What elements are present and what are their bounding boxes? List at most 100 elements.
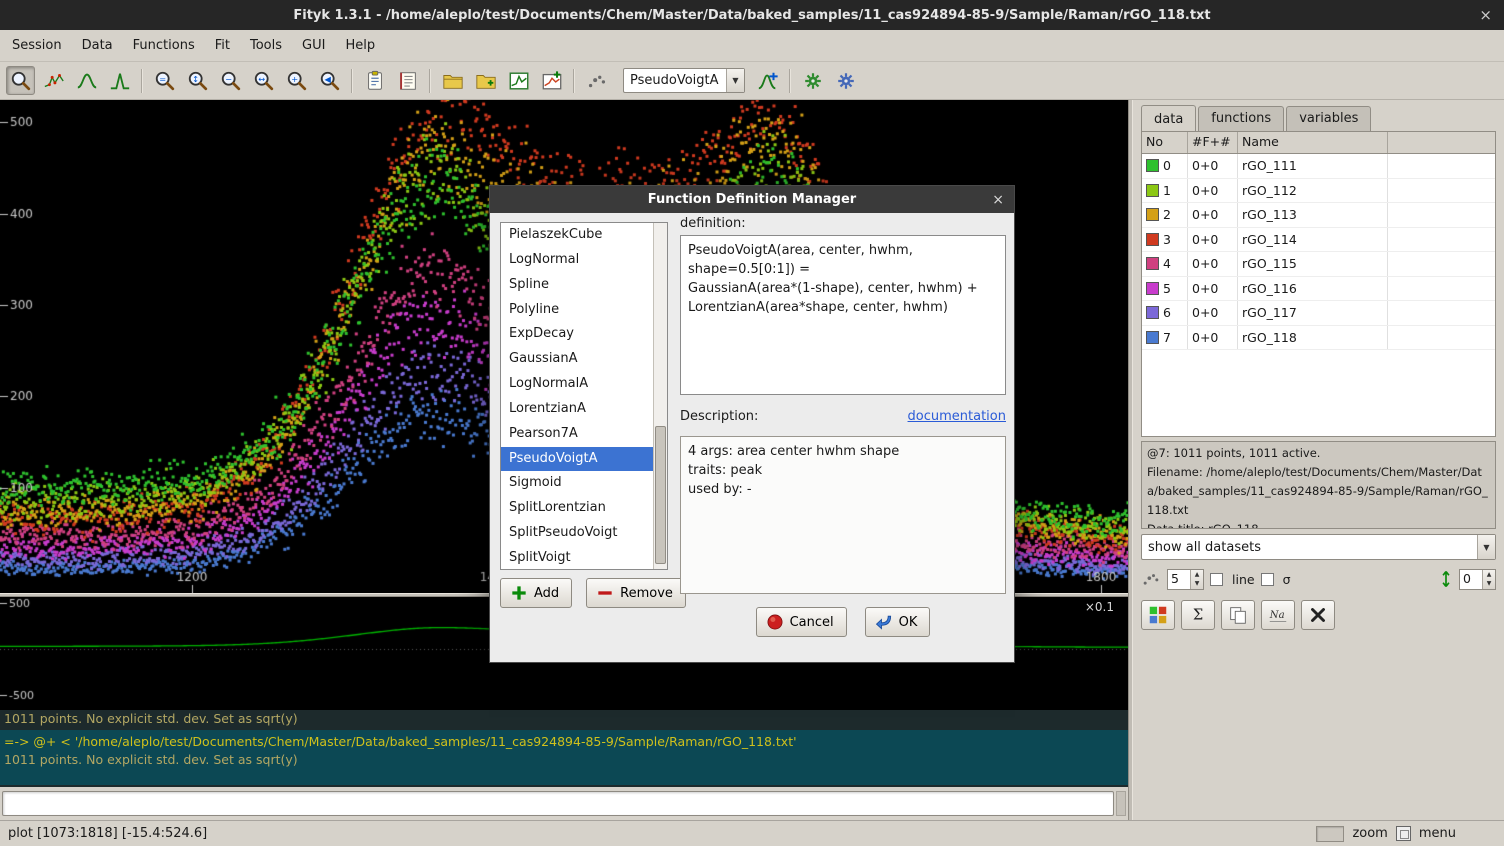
zoom-horizontal-button[interactable]: ↔ xyxy=(249,66,278,95)
menu-tools[interactable]: Tools xyxy=(240,32,292,59)
function-list-item[interactable]: SplitLorentzian xyxy=(501,496,653,521)
function-list-item[interactable]: ExpDecay xyxy=(501,322,653,347)
function-type-select[interactable]: PseudoVoigtA▼ xyxy=(623,68,745,93)
tab-data[interactable]: data xyxy=(1141,105,1196,132)
window-close-icon[interactable]: × xyxy=(1479,6,1492,24)
dataset-table-body: 00+0rGO_11110+0rGO_11220+0rGO_11330+0rGO… xyxy=(1142,154,1495,350)
toolbar-separator xyxy=(789,69,791,93)
chevron-down-icon[interactable]: ▼ xyxy=(726,69,744,92)
dataset-table: No #F+# Name 00+0rGO_11110+0rGO_11220+0r… xyxy=(1141,131,1496,437)
show-datasets-select[interactable]: show all datasets ▼ xyxy=(1141,534,1496,560)
zoom-all-button[interactable]: = xyxy=(150,66,179,95)
dataset-row[interactable]: 40+0rGO_115 xyxy=(1142,252,1495,277)
dialog-titlebar[interactable]: Function Definition Manager × xyxy=(490,186,1014,213)
dataset-number: 4 xyxy=(1163,256,1171,271)
fit-settings-button[interactable] xyxy=(831,66,860,95)
sigma-checkbox[interactable] xyxy=(1261,573,1274,586)
console-highlight-block: =-> @+ < '/home/aleplo/test/Documents/Ch… xyxy=(0,730,1128,785)
dataset-row[interactable]: 70+0rGO_118 xyxy=(1142,326,1495,351)
point-size-spinner[interactable]: 5 ▲▼ xyxy=(1167,569,1204,590)
dataset-row[interactable]: 10+0rGO_112 xyxy=(1142,179,1495,204)
menu-help[interactable]: Help xyxy=(335,32,385,59)
zoom-previous-button[interactable]: ◀ xyxy=(315,66,344,95)
add-function-button[interactable]: Add xyxy=(500,578,572,608)
svg-text:−: − xyxy=(225,73,232,83)
function-list-item[interactable]: Polyline xyxy=(501,298,653,323)
add-peak-mode-button[interactable] xyxy=(105,66,134,95)
function-list-item[interactable]: LogNormal xyxy=(501,248,653,273)
svg-text:↕: ↕ xyxy=(192,73,199,83)
function-list-item[interactable]: GaussianA xyxy=(501,347,653,372)
menu-functions[interactable]: Functions xyxy=(123,32,205,59)
dataset-row[interactable]: 20+0rGO_113 xyxy=(1142,203,1495,228)
zoom-indicator-icon[interactable] xyxy=(1396,826,1411,841)
dataset-func-count: 0+0 xyxy=(1188,277,1238,301)
background-mode-button[interactable] xyxy=(72,66,101,95)
menu-session[interactable]: Session xyxy=(2,32,72,59)
sum-datasets-button[interactable]: Σ xyxy=(1181,600,1215,630)
dataset-func-count: 0+0 xyxy=(1188,301,1238,325)
zoom-out-button[interactable]: − xyxy=(216,66,245,95)
data-transform-button[interactable] xyxy=(582,66,611,95)
command-input[interactable] xyxy=(2,791,1114,816)
scrollbar-thumb[interactable] xyxy=(655,426,666,564)
output-log-button[interactable] xyxy=(360,66,389,95)
data-range-mode-button[interactable] xyxy=(39,66,68,95)
include-file-button[interactable] xyxy=(471,66,500,95)
tab-variables[interactable]: variables xyxy=(1286,106,1371,131)
function-list-item[interactable]: SplitVoigt xyxy=(501,546,653,569)
script-editor-button[interactable] xyxy=(393,66,422,95)
menu-fit[interactable]: Fit xyxy=(205,32,240,59)
zoom-in-button[interactable]: + xyxy=(282,66,311,95)
line-checkbox[interactable] xyxy=(1210,573,1223,586)
dataset-func-count: 0+0 xyxy=(1188,228,1238,252)
dataset-func-count: 0+0 xyxy=(1188,326,1238,350)
zoom-vertical-button[interactable]: ↕ xyxy=(183,66,212,95)
column-header-no: No xyxy=(1142,132,1188,153)
open-session-button[interactable] xyxy=(438,66,467,95)
dataset-row[interactable]: 30+0rGO_114 xyxy=(1142,228,1495,253)
delete-dataset-button[interactable] xyxy=(1301,600,1335,630)
function-list-item[interactable]: Spline xyxy=(501,273,653,298)
run-fit-button[interactable] xyxy=(798,66,827,95)
dataset-func-count: 0+0 xyxy=(1188,179,1238,203)
shift-spinner[interactable]: 0 ▲▼ xyxy=(1459,569,1496,590)
documentation-link[interactable]: documentation xyxy=(908,409,1006,424)
save-session-button[interactable] xyxy=(504,66,533,95)
cancel-button[interactable]: Cancel xyxy=(756,607,847,637)
ok-button[interactable]: OK xyxy=(865,607,931,637)
definition-textarea[interactable]: PseudoVoigtA(area, center, hwhm, shape=0… xyxy=(680,235,1006,395)
description-label: Description: xyxy=(680,409,758,424)
chevron-down-icon[interactable]: ▼ xyxy=(1477,535,1495,559)
description-box: 4 args: area center hwhm shape traits: p… xyxy=(680,436,1006,594)
function-list-item[interactable]: PielaszekCube xyxy=(501,223,653,248)
dataset-row[interactable]: 50+0rGO_116 xyxy=(1142,277,1495,302)
dataset-func-count: 0+0 xyxy=(1188,154,1238,178)
menu-gui[interactable]: GUI xyxy=(292,32,335,59)
function-list-item[interactable]: Pearson7A xyxy=(501,422,653,447)
svg-text:Na: Na xyxy=(1269,610,1285,621)
spinner-arrows[interactable]: ▲▼ xyxy=(1482,570,1495,589)
command-input-row xyxy=(0,787,1128,820)
function-list-item[interactable]: LorentzianA xyxy=(501,397,653,422)
menu-data[interactable]: Data xyxy=(72,32,123,59)
dataset-colors-button[interactable] xyxy=(1141,600,1175,630)
export-image-button[interactable] xyxy=(537,66,566,95)
dataset-row[interactable]: 00+0rGO_111 xyxy=(1142,154,1495,179)
function-list-item[interactable]: SplitPseudoVoigt xyxy=(501,521,653,546)
dialog-close-icon[interactable]: × xyxy=(992,192,1004,208)
remove-function-button[interactable]: Remove xyxy=(586,578,686,608)
function-list-item[interactable]: LogNormalA xyxy=(501,372,653,397)
function-list-item[interactable]: PseudoVoigtA xyxy=(501,447,653,472)
aux-scale-label: ×0.1 xyxy=(1085,600,1114,614)
status-menu-label[interactable]: menu xyxy=(1419,826,1456,841)
copy-dataset-button[interactable] xyxy=(1221,600,1255,630)
zoom-mode-button[interactable] xyxy=(6,66,35,95)
dataset-row[interactable]: 60+0rGO_117 xyxy=(1142,301,1495,326)
function-list-scrollbar[interactable] xyxy=(653,223,667,569)
function-list-item[interactable]: Sigmoid xyxy=(501,471,653,496)
auto-add-peak-button[interactable] xyxy=(753,66,782,95)
rename-dataset-button[interactable]: Na xyxy=(1261,600,1295,630)
tab-functions[interactable]: functions xyxy=(1198,106,1284,131)
spinner-arrows[interactable]: ▲▼ xyxy=(1190,570,1203,589)
